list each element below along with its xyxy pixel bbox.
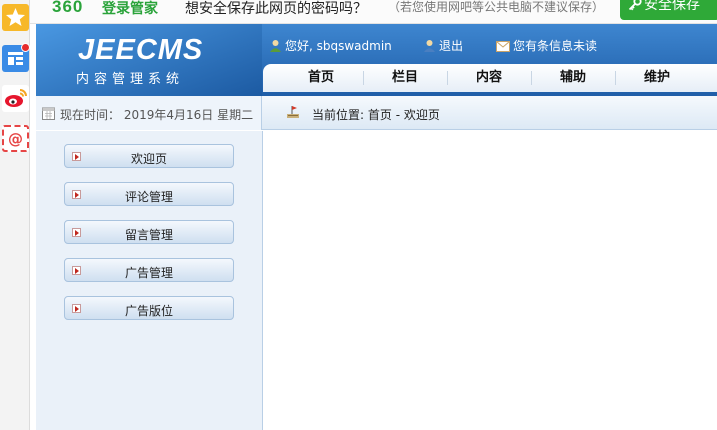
main-content-area [264,131,717,430]
location-flag-icon [287,106,299,118]
current-time-text: 现在时间： 2019年4月16日 星期二 [60,106,253,123]
menu-item-ad-slots[interactable]: 广告版位 [64,296,234,320]
menu-item-label: 广告版位 [124,304,173,318]
secure-save-button[interactable]: 安全保存 [620,0,717,20]
logout-label: 退出 [439,39,464,53]
logo-subtitle: 内容管理系统 [76,72,185,87]
breadcrumb: 当前位置: 首页 - 欢迎页 [312,106,440,123]
envelope-icon [496,41,510,52]
save-password-question: 想安全保存此网页的密码吗？ [185,1,367,17]
messages-label: 您有条信息未读 [513,39,598,53]
menu-item-label: 评论管理 [124,190,173,204]
current-time-box: 现在时间： 2019年4月16日 星期二 [36,96,262,130]
greeting-text: 您好, sbqswadmin [285,39,392,53]
password-save-bar: 360 登录管家 想安全保存此网页的密码吗？ （若您使用网吧等公共电脑不建议保存… [30,0,717,24]
menu-item-welcome[interactable]: 欢迎页 [64,144,234,168]
tab-home[interactable]: 首页 [279,64,363,92]
weibo-icon[interactable] [2,85,29,112]
menu-item-label: 留言管理 [124,228,173,242]
browser-sidebar: @ [0,0,30,430]
logout-icon [424,40,435,52]
mail-icon[interactable]: @ [2,125,29,152]
secure-save-label: 安全保存 [644,0,700,13]
tab-maintenance[interactable]: 维护 [615,64,699,92]
menu-item-comments[interactable]: 评论管理 [64,182,234,206]
calendar-icon [42,107,55,120]
menu-item-ads[interactable]: 广告管理 [64,258,234,282]
logout-link[interactable]: 退出 [423,37,463,54]
logo-title: JEECMS [78,34,204,66]
tab-channels[interactable]: 栏目 [363,64,447,92]
svg-text:@: @ [8,130,23,148]
key-icon [628,0,642,11]
main-nav: 首页 栏目 内容 辅助 维护 [263,64,717,92]
user-icon [270,40,281,52]
unread-messages-link[interactable]: 您有条信息未读 [496,37,597,54]
public-computer-hint: （若您使用网吧等公共电脑不建议保存） [388,0,605,14]
360-logo: 360 [52,0,84,16]
time-value: 2019年4月16日 星期二 [123,108,254,122]
tab-content[interactable]: 内容 [447,64,531,92]
menu-item-guestbook[interactable]: 留言管理 [64,220,234,244]
location-value: 首页 - 欢迎页 [367,108,440,122]
tab-assist[interactable]: 辅助 [531,64,615,92]
status-bar: 现在时间： 2019年4月16日 星期二 当前位置: 首页 - 欢迎页 [36,96,717,130]
time-label: 现在时间： [60,108,121,122]
left-menu: 欢迎页 评论管理 留言管理 广告管理 广告版位 [36,131,263,430]
menu-item-label: 欢迎页 [130,152,167,166]
cms-header: JEECMS 内容管理系统 您好, sbqswadmin 退出 您有条信息未读 … [36,24,717,96]
favorites-star-icon[interactable] [2,4,29,31]
user-greeting: 您好, sbqswadmin [269,37,392,54]
jeecms-logo: JEECMS 内容管理系统 [36,24,262,96]
location-label: 当前位置: [312,108,365,122]
login-manager-label: 登录管家 [102,1,158,17]
menu-item-label: 广告管理 [124,266,173,280]
app-list-icon[interactable] [2,43,30,72]
notification-badge [21,43,30,52]
